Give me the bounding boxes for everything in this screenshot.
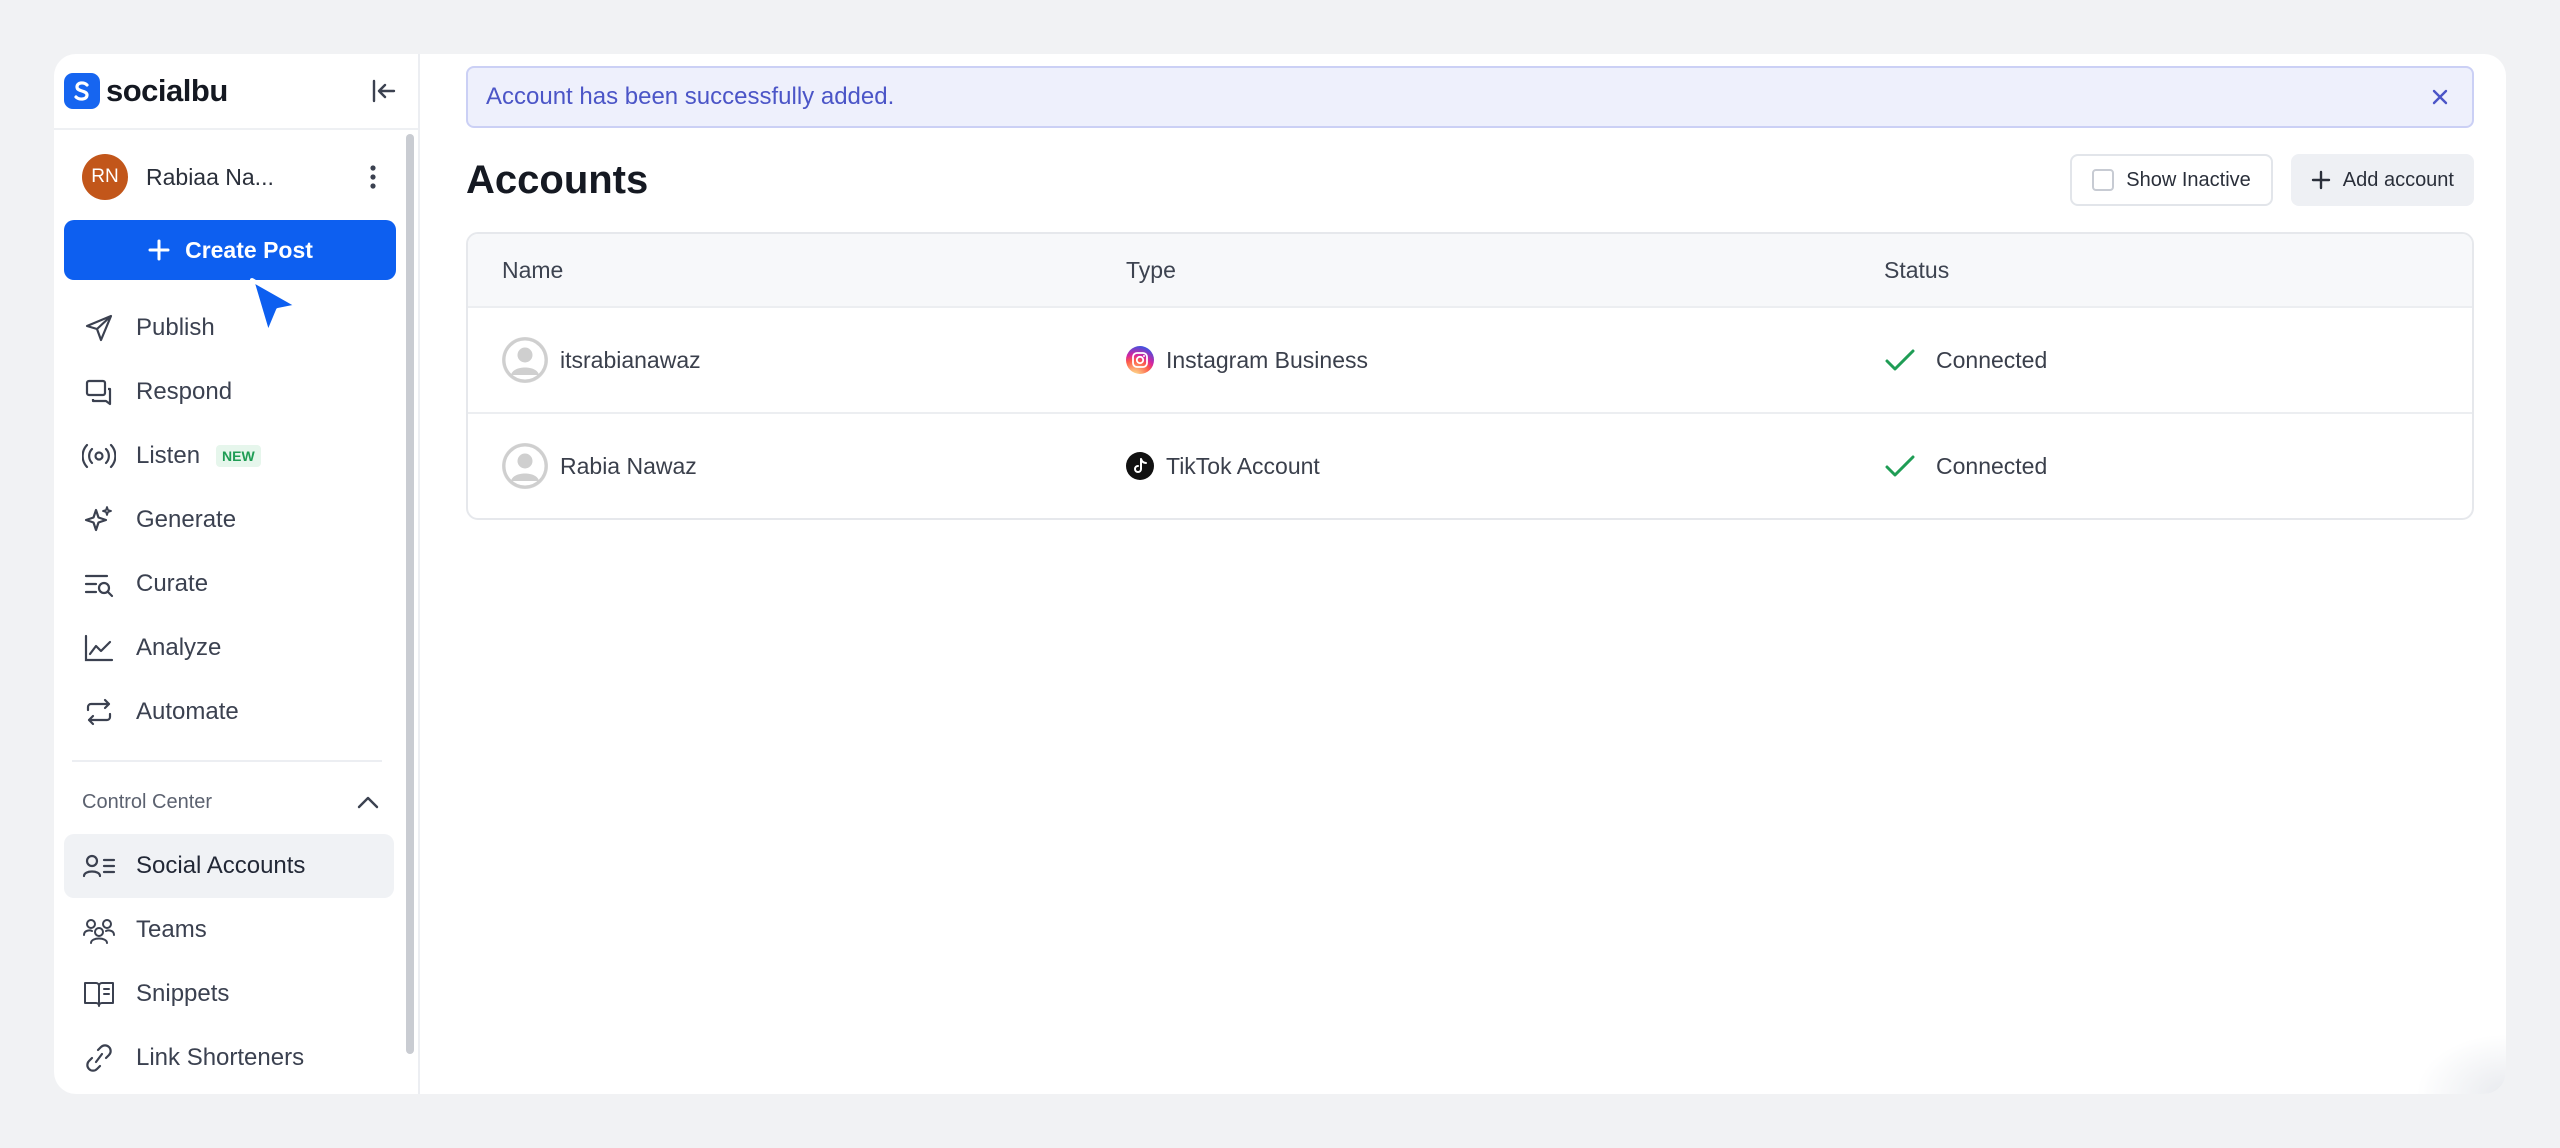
create-post-label: Create Post [185, 236, 313, 263]
paper-plane-icon [82, 311, 116, 345]
sidebar-item-publish[interactable]: Publish [54, 296, 418, 360]
brand-name: socialbu [106, 73, 228, 108]
table-row[interactable]: Rabia Nawaz TikTok Account Connected [468, 412, 2472, 518]
add-account-button[interactable]: Add account [2290, 154, 2474, 206]
control-center-toggle[interactable]: Control Center [54, 776, 418, 828]
sidebar-item-label: Respond [136, 378, 233, 405]
sidebar-item-label: Curate [136, 570, 209, 597]
account-name: Rabia Nawaz [560, 452, 697, 479]
sidebar-item-label: Social Accounts [136, 852, 306, 879]
sidebar-item-respond[interactable]: Respond [54, 360, 418, 424]
tiktok-icon [1126, 452, 1154, 480]
account-name-cell: Rabia Nawaz [468, 443, 1126, 489]
alert-close-button[interactable] [2426, 83, 2454, 111]
team-icon [82, 913, 116, 947]
line-chart-icon [82, 631, 116, 665]
avatar: RN [82, 154, 128, 200]
kebab-icon [370, 165, 376, 189]
app-window: socialbu RN Rabiaa Na... Create Post Pub… [54, 54, 2506, 1094]
table-row[interactable]: itsrabianawaz Instagram Business Connect… [468, 306, 2472, 412]
sidebar-item-social-accounts[interactable]: Social Accounts [64, 834, 394, 898]
collapse-left-icon [372, 79, 396, 103]
page-header: Accounts Show Inactive Add account [466, 148, 2474, 212]
mouse-cursor-icon [250, 278, 300, 336]
success-alert: Account has been successfully added. [466, 66, 2474, 128]
logo[interactable]: socialbu [64, 73, 228, 109]
sidebar-item-label: Automate [136, 698, 239, 725]
sidebar-item-label: Generate [136, 506, 237, 533]
sidebar-scrollbar[interactable] [406, 134, 414, 1054]
sidebar-item-label: Link Shorteners [136, 1044, 305, 1071]
instagram-icon [1126, 346, 1154, 374]
user-list-icon [82, 849, 116, 883]
account-type: Instagram Business [1166, 346, 1368, 373]
main-content: Account has been successfully added. Acc… [420, 54, 2506, 1094]
default-avatar-icon [502, 443, 548, 489]
close-icon [2432, 89, 2448, 105]
accounts-table: Name Type Status itsrabianawaz Instagram… [466, 232, 2474, 520]
user-name: Rabiaa Na... [146, 163, 274, 190]
repeat-icon [82, 695, 116, 729]
sidebar-item-analyze[interactable]: Analyze [54, 616, 418, 680]
filter-search-icon [82, 567, 116, 601]
chevron-up-icon [357, 796, 379, 809]
new-badge: NEW [216, 445, 261, 467]
check-icon [1885, 455, 1915, 477]
table-header: Name Type Status [468, 234, 2472, 306]
user-menu-button[interactable] [358, 157, 388, 197]
sidebar-item-curate[interactable]: Curate [54, 552, 418, 616]
column-header-type: Type [1126, 256, 1176, 283]
account-name-cell: itsrabianawaz [468, 337, 1126, 383]
primary-nav: Publish Respond Listen NEW Generate Cura… [54, 296, 418, 744]
sidebar-item-teams[interactable]: Teams [54, 898, 418, 962]
account-status-cell: Connected [1884, 347, 2472, 374]
link-icon [82, 1041, 116, 1075]
sidebar-item-generate[interactable]: Generate [54, 488, 418, 552]
account-name: itsrabianawaz [560, 346, 701, 373]
account-type: TikTok Account [1166, 452, 1320, 479]
page-title: Accounts [466, 157, 649, 202]
sparkles-icon [82, 503, 116, 537]
account-type-cell: Instagram Business [1126, 346, 1884, 374]
show-inactive-checkbox[interactable] [2092, 169, 2115, 191]
plus-icon [2311, 170, 2330, 190]
sidebar-item-label: Snippets [136, 980, 230, 1007]
sidebar-item-label: Listen [136, 442, 201, 469]
sidebar-item-snippets[interactable]: Snippets [54, 962, 418, 1026]
sidebar-item-link-shorteners[interactable]: Link Shorteners [54, 1026, 418, 1090]
sidebar-item-label: Publish [136, 314, 215, 341]
account-status-cell: Connected [1884, 453, 2472, 480]
book-icon [82, 977, 116, 1011]
sidebar-item-automate[interactable]: Automate [54, 680, 418, 744]
account-type-cell: TikTok Account [1126, 452, 1884, 480]
default-avatar-icon [502, 337, 548, 383]
corner-shadow [2416, 1034, 2506, 1094]
plus-icon [148, 239, 170, 261]
sidebar-divider [72, 760, 382, 762]
chat-bubbles-icon [82, 375, 116, 409]
show-inactive-toggle[interactable]: Show Inactive [2070, 154, 2273, 206]
sidebar-item-label: Analyze [136, 634, 222, 661]
section-title: Control Center [82, 790, 213, 813]
account-status: Connected [1936, 346, 2048, 373]
check-icon [1885, 349, 1915, 371]
collapse-sidebar-button[interactable] [362, 69, 406, 113]
add-account-label: Add account [2342, 168, 2454, 191]
sidebar-item-listen[interactable]: Listen NEW [54, 424, 418, 488]
alert-message: Account has been successfully added. [486, 83, 895, 110]
account-status: Connected [1936, 452, 2048, 479]
header-actions: Show Inactive Add account [2070, 154, 2474, 206]
column-header-status: Status [1884, 256, 1950, 283]
user-profile[interactable]: RN Rabiaa Na... [82, 148, 388, 206]
column-header-name: Name [502, 256, 564, 283]
broadcast-icon [82, 439, 116, 473]
show-inactive-label: Show Inactive [2126, 168, 2251, 191]
sidebar-item-label: Teams [136, 916, 207, 943]
socialbu-logo-icon [64, 73, 100, 109]
sidebar: socialbu RN Rabiaa Na... Create Post Pub… [54, 54, 420, 1094]
create-post-button[interactable]: Create Post [64, 220, 396, 280]
logo-row: socialbu [54, 54, 418, 130]
